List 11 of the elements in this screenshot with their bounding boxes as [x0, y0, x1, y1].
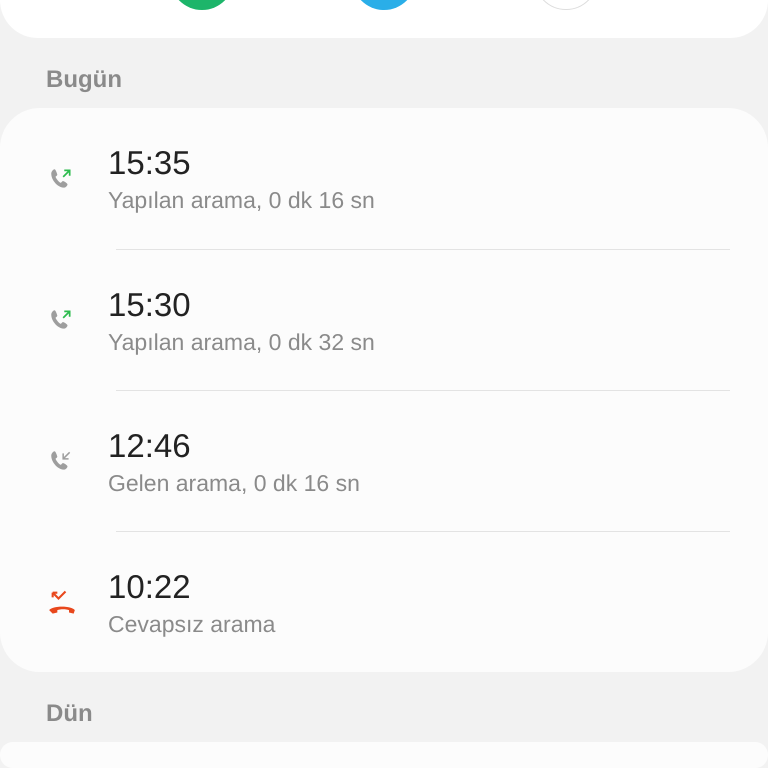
- call-time: 15:30: [108, 284, 191, 324]
- call-time: 10:22: [108, 566, 191, 606]
- call-details: Yapılan arama, 0 dk 32 sn: [108, 328, 375, 356]
- missed-call-icon: [48, 588, 76, 616]
- call-details: Yapılan arama, 0 dk 16 sn: [108, 187, 375, 214]
- call-time: 15:35: [108, 143, 191, 183]
- call-details: Gelen arama, 0 dk 16 sn: [108, 470, 360, 496]
- section-header: Bugün: [45, 65, 123, 95]
- section-header: Dün: [45, 699, 94, 729]
- call-details: Cevapsız arama: [108, 610, 276, 638]
- call-time: 12:46: [108, 426, 191, 466]
